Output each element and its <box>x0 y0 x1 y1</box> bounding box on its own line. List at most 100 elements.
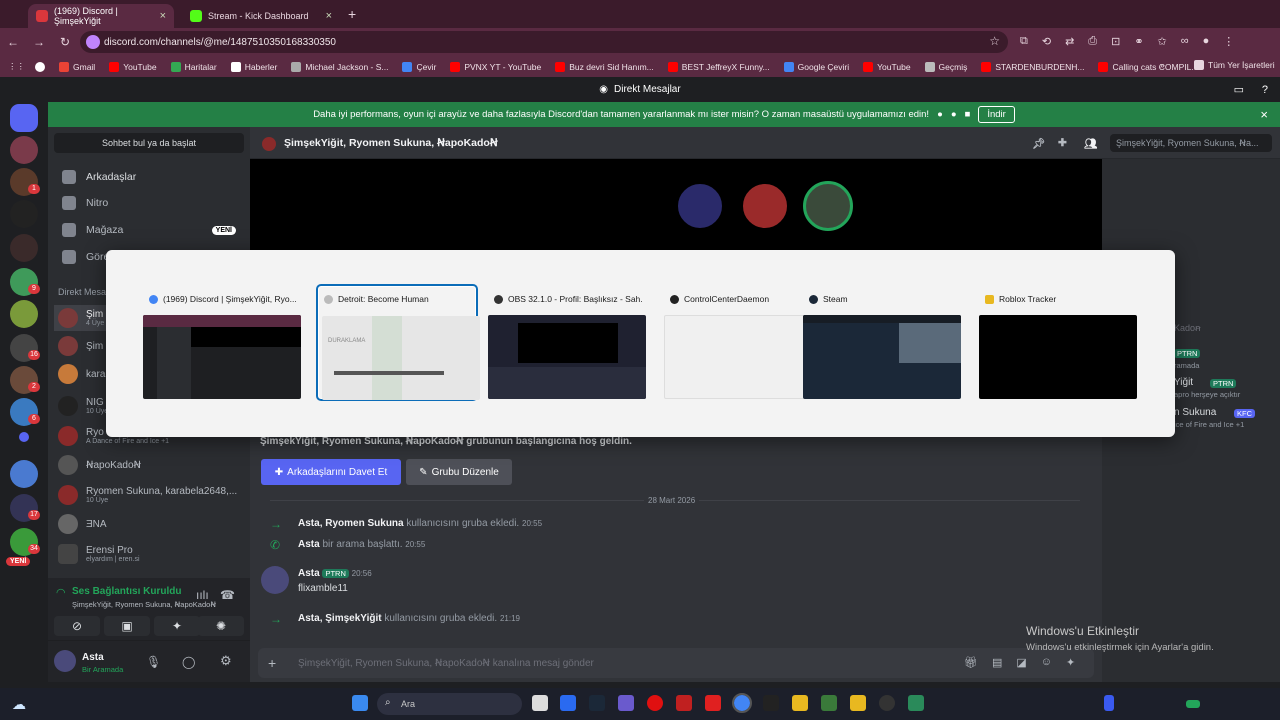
gift-icon[interactable]: 🎁︎ <box>964 656 978 669</box>
app-icon[interactable] <box>676 695 692 711</box>
app-icon[interactable] <box>705 695 721 711</box>
message-author[interactable]: Asta <box>298 518 320 529</box>
soundboard-icon[interactable]: ✺ <box>198 616 244 636</box>
switcher-window[interactable]: Roblox Tracker <box>979 286 1137 399</box>
avatar[interactable] <box>675 181 725 231</box>
server-icon[interactable] <box>10 300 38 328</box>
member-name[interactable]: n Sukuna <box>1174 407 1216 418</box>
gif-icon[interactable]: ▤ <box>992 656 1002 669</box>
add-attachment-icon[interactable]: + <box>268 655 276 671</box>
bookmark[interactable]: Geçmiş <box>924 61 967 72</box>
bookmark[interactable]: PVNX YT - YouTube <box>450 61 541 72</box>
bookmark[interactable]: YouTube <box>109 61 157 72</box>
bookmark[interactable]: Google Çeviri <box>783 61 849 72</box>
dm-item[interactable]: Erensi Pro elyardım | eren.si <box>54 541 244 567</box>
dm-item[interactable]: Ryomen Sukuna, karabela2648,... 10 Üye <box>54 482 244 508</box>
app-icon[interactable] <box>618 695 634 711</box>
extension-icon[interactable]: ⧉ <box>1020 35 1028 48</box>
microphone-icon[interactable]: 🎙︎ <box>146 655 161 669</box>
search-input[interactable]: Sohbet bul ya da başlat <box>54 133 244 153</box>
emoji-icon[interactable]: ☺ <box>1041 656 1052 669</box>
tab-kick[interactable]: Stream - Kick Dashboard × <box>182 4 340 28</box>
epic-games-icon[interactable] <box>763 695 779 711</box>
microphone-icon[interactable] <box>1104 695 1114 711</box>
back-icon[interactable]: ← <box>0 35 26 49</box>
bookmark[interactable]: Calling cats COMPIL... <box>1098 61 1198 72</box>
member-name[interactable]: Yiğit <box>1174 377 1193 388</box>
soundboard-icon[interactable]: ıılı <box>196 588 209 602</box>
gear-icon[interactable]: ⚙ <box>220 653 232 669</box>
forward-icon[interactable]: → <box>26 35 52 49</box>
bookmark[interactable]: BEST JeffreyX Funny... <box>667 61 770 72</box>
bookmark[interactable]: Gmail <box>59 61 95 72</box>
close-icon[interactable]: × <box>160 10 166 22</box>
link-icon[interactable]: ⚭ <box>1134 35 1143 48</box>
address-bar[interactable]: discord.com/channels/@me/148751035016833… <box>80 31 1008 53</box>
start-icon[interactable] <box>352 695 368 711</box>
app-tray-icon[interactable] <box>1186 700 1200 708</box>
message-author[interactable]: Asta <box>298 613 320 624</box>
switcher-window-selected[interactable]: Detroit: Become Human DURAKLAMA <box>316 284 480 401</box>
obs-icon[interactable] <box>879 695 895 711</box>
camera-off-icon[interactable]: ⊘ <box>54 616 100 636</box>
app-icon[interactable] <box>908 695 924 711</box>
avatar[interactable] <box>803 181 853 231</box>
disconnect-icon[interactable]: ☎ <box>220 588 235 602</box>
switcher-window[interactable]: Steam <box>803 286 961 399</box>
menu-icon[interactable]: ⋮ <box>1223 35 1234 48</box>
bookmark[interactable]: Haritalar <box>170 61 217 72</box>
glasses-icon[interactable]: ∞ <box>1181 35 1189 48</box>
bookmark[interactable]: STARDENBURDENH... <box>981 61 1084 72</box>
server-icon[interactable] <box>10 136 38 164</box>
server-icon[interactable] <box>10 200 38 228</box>
notes-icon[interactable] <box>850 695 866 711</box>
switcher-window[interactable]: (1969) Discord | ŞimşekYiğit, Ryo... <box>143 286 301 399</box>
nav-friends[interactable]: Arkadaşlar <box>54 165 244 189</box>
bookmark[interactable]: Haberler <box>230 61 277 72</box>
favorites-icon[interactable]: ✩ <box>1158 35 1167 48</box>
folder-icon[interactable] <box>19 432 29 442</box>
new-tab-icon[interactable]: + <box>348 6 356 22</box>
chrome-icon[interactable] <box>732 693 752 713</box>
screen-share-icon[interactable]: ▣ <box>104 616 150 636</box>
message-author[interactable]: Asta <box>298 568 320 579</box>
bookmark[interactable]: Çevir <box>402 61 436 72</box>
store-icon[interactable] <box>560 695 576 711</box>
help-icon[interactable]: ? <box>1262 84 1268 96</box>
nav-nitro[interactable]: Nitro <box>54 191 244 215</box>
task-view-icon[interactable] <box>532 695 548 711</box>
weather-icon[interactable]: ☁ <box>12 696 26 713</box>
server-icon[interactable] <box>10 460 38 488</box>
switcher-window[interactable]: ControlCenterDaemon <box>664 286 822 399</box>
history-icon[interactable]: ⟲ <box>1042 35 1051 48</box>
switcher-window[interactable]: OBS 32.1.0 - Profil: Başlıksız - Sah... <box>488 286 646 399</box>
avatar[interactable] <box>261 566 289 594</box>
voice-channel[interactable]: ŞimşekYiğit, Ryomen Sukuna, ꞤapoKadoꞤ <box>72 600 216 609</box>
activities-icon[interactable]: ✦ <box>154 616 200 636</box>
print-icon[interactable]: ⎙ <box>1088 35 1097 48</box>
all-bookmarks[interactable]: Tüm Yer İşaretleri <box>1194 60 1275 70</box>
profile-icon[interactable]: ● <box>1203 35 1210 48</box>
server-icon[interactable] <box>10 234 38 262</box>
bookmark[interactable] <box>35 61 45 72</box>
invite-friends-button[interactable]: ✚ Arkadaşlarını Davet Et <box>261 459 401 485</box>
bookmark[interactable]: Michael Jackson - S... <box>291 61 388 72</box>
edit-group-button[interactable]: ✎ Grubu Düzenle <box>406 459 512 485</box>
screenshot-icon[interactable]: ⊡ <box>1111 35 1120 48</box>
apps-icon[interactable]: ✦ <box>1066 656 1075 669</box>
opera-icon[interactable] <box>647 695 663 711</box>
star-icon[interactable]: ☆ <box>989 34 1000 48</box>
site-info-icon[interactable] <box>86 35 100 49</box>
steam-icon[interactable] <box>589 695 605 711</box>
apps-icon[interactable]: ⋮⋮ <box>8 61 25 72</box>
chevron-right-icon[interactable]: » <box>1160 60 1165 70</box>
close-icon[interactable]: × <box>326 10 332 22</box>
chat-search-input[interactable]: ŞimşekYiğit, Ryomen Sukuna, Ꞥa... <box>1110 134 1272 152</box>
discord-home-icon[interactable] <box>10 104 38 132</box>
inbox-icon[interactable]: ▭ <box>1234 83 1244 96</box>
tab-discord[interactable]: (1969) Discord | ŞimşekYiğit × <box>28 4 174 28</box>
close-icon[interactable]: × <box>1260 107 1268 122</box>
folder-icon[interactable] <box>792 695 808 711</box>
members-icon[interactable]: 👥︎ <box>1084 137 1097 150</box>
bookmark[interactable]: Buz devri Sid Hanım... <box>555 61 654 72</box>
